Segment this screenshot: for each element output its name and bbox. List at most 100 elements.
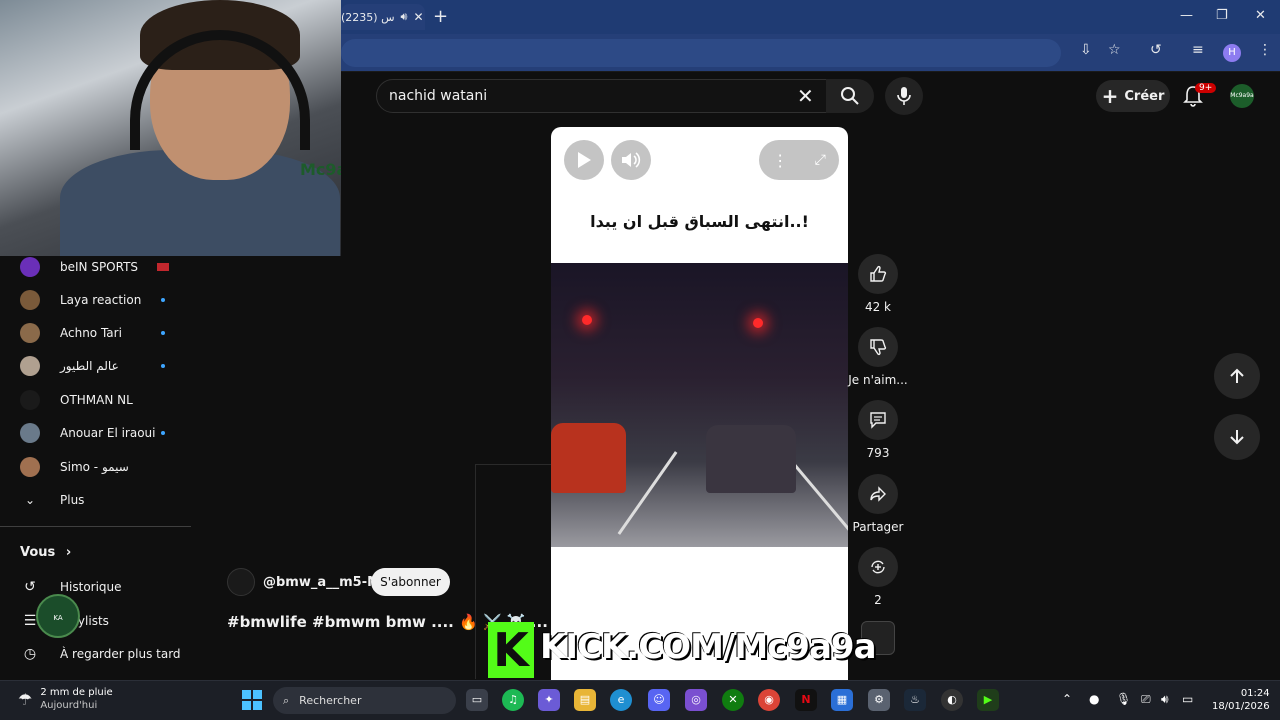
kick-url-overlay: KICK.COM/Mc9a9a xyxy=(540,627,877,667)
voice-search-button[interactable] xyxy=(885,77,923,115)
community-badge: KA xyxy=(36,594,80,638)
short-channel-avatar[interactable] xyxy=(227,568,255,596)
share-action[interactable]: Partager xyxy=(853,474,903,534)
bookmark-star-icon[interactable]: ☆ xyxy=(1108,42,1121,58)
netflix-icon[interactable]: N xyxy=(795,689,817,711)
weather-widget[interactable]: ☂ 2 mm de pluie Aujourd'hui xyxy=(18,686,113,712)
sidebar-item-subscription[interactable]: beIN SPORTS xyxy=(20,256,138,278)
share-label: Partager xyxy=(852,520,904,534)
dislike-button[interactable] xyxy=(858,327,898,367)
discord-icon[interactable]: ☺ xyxy=(648,689,670,711)
taskbar-search[interactable]: ⌕ Rechercher xyxy=(273,687,456,714)
app-icon[interactable]: ◎ xyxy=(685,689,707,711)
you-section-title[interactable]: Vous › xyxy=(20,545,71,560)
sidebar-item-subscription[interactable]: عالم الطيور xyxy=(20,355,119,377)
short-channel-handle[interactable]: @bmw_a__m5-M xyxy=(263,575,380,590)
volume-button[interactable] xyxy=(611,140,651,180)
remix-action[interactable]: 2 xyxy=(856,547,900,607)
steam-icon[interactable]: ♨ xyxy=(904,689,926,711)
traffic-light xyxy=(753,318,763,328)
share-button[interactable] xyxy=(858,474,898,514)
tab-audio-icon[interactable]: 🔊︎ xyxy=(401,10,408,24)
close-window-button[interactable]: ✕ xyxy=(1255,8,1266,23)
remix-button[interactable] xyxy=(858,547,898,587)
sidebar-item-watch-later[interactable]: ◷ À regarder plus tard xyxy=(20,646,181,662)
address-bar[interactable] xyxy=(341,39,1061,67)
search-value: nachid watani xyxy=(389,88,488,104)
subscribe-button[interactable]: S'abonner xyxy=(371,568,450,596)
store-icon[interactable]: ▦ xyxy=(831,689,853,711)
tray-app-icon[interactable]: ● xyxy=(1089,692,1099,706)
profile-avatar[interactable]: H xyxy=(1223,44,1241,62)
sidebar-item-subscription[interactable]: Achno Tari xyxy=(20,322,122,344)
copilot-icon[interactable]: ✦ xyxy=(538,689,560,711)
account-avatar[interactable]: Mc9a9a xyxy=(1230,84,1254,108)
xbox-icon[interactable]: ✕ xyxy=(722,689,744,711)
live-indicator xyxy=(161,331,165,335)
obs-icon[interactable]: ◐ xyxy=(941,689,963,711)
remix-count: 2 xyxy=(874,593,882,607)
comments-action[interactable]: 793 xyxy=(856,400,900,460)
like-action[interactable]: 42 k xyxy=(856,254,900,314)
new-tab-button[interactable]: + xyxy=(433,6,448,27)
media-control-icon[interactable]: ≡ xyxy=(1192,42,1204,58)
comments-count: 793 xyxy=(866,446,890,460)
battery-icon[interactable]: ▭ xyxy=(1182,692,1193,706)
search-input[interactable]: nachid watani xyxy=(376,79,832,113)
browser-tab[interactable]: (2235) س 🔊︎ ✕ xyxy=(341,4,425,30)
next-short-button[interactable] xyxy=(1214,414,1260,460)
flag-icon xyxy=(157,263,169,271)
clear-search-icon[interactable]: ✕ xyxy=(797,84,814,108)
notification-badge: 9+ xyxy=(1195,83,1217,93)
avatar xyxy=(20,457,40,477)
history-icon[interactable]: ↺ xyxy=(1150,42,1162,58)
system-clock[interactable]: 01:24 18/01/2026 xyxy=(1212,687,1270,713)
short-player[interactable]: ⋮ ⤢ انتهى السباق قبل ان يبدا..! xyxy=(551,127,848,687)
kick-app-icon[interactable]: ▶ xyxy=(977,689,999,711)
sidebar-item-subscription[interactable]: OTHMAN NL xyxy=(20,389,133,411)
install-app-icon[interactable]: ⇩ xyxy=(1080,42,1092,58)
tab-close-icon[interactable]: ✕ xyxy=(413,10,423,24)
task-view-icon[interactable]: ▭ xyxy=(466,689,488,711)
tray-mic-icon[interactable]: 🎙︎ xyxy=(1116,692,1131,706)
speaker-icon[interactable]: 🔊︎ xyxy=(1161,692,1169,707)
sidebar-item-subscription[interactable]: Simo - سيمو xyxy=(20,456,129,478)
spotify-icon[interactable]: ♫ xyxy=(502,689,524,711)
maximize-button[interactable]: ❐ xyxy=(1216,8,1228,23)
search-button[interactable] xyxy=(826,79,874,113)
lane-marking xyxy=(617,451,678,535)
short-caption: انتهى السباق قبل ان يبدا..! xyxy=(590,212,809,231)
webcam-logo: Mc9a xyxy=(300,160,341,179)
taskbar-search-placeholder: Rechercher xyxy=(299,694,362,707)
fullscreen-icon[interactable]: ⤢ xyxy=(815,152,826,168)
sidebar-item-subscription[interactable]: Anouar El iraoui xyxy=(20,422,156,444)
start-button[interactable] xyxy=(242,690,262,714)
sidebar-item-history[interactable]: ↺ Historique xyxy=(20,579,122,595)
minimize-button[interactable]: — xyxy=(1180,8,1193,23)
sidebar-more[interactable]: ⌄ Plus xyxy=(20,489,84,511)
comments-button[interactable] xyxy=(858,400,898,440)
frame-divider xyxy=(475,464,476,679)
network-icon[interactable]: ⎚ xyxy=(1141,692,1151,707)
edge-icon[interactable]: e xyxy=(610,689,632,711)
play-button[interactable] xyxy=(564,140,604,180)
clock-date: 18/01/2026 xyxy=(1212,701,1270,712)
dislike-label: Je n'aim... xyxy=(848,373,908,387)
settings-icon[interactable]: ⚙ xyxy=(868,689,890,711)
avatar xyxy=(20,257,40,277)
browser-menu-icon[interactable]: ⋮ xyxy=(1258,42,1272,58)
more-options-icon[interactable]: ⋮ xyxy=(772,151,788,170)
history-label: Historique xyxy=(60,580,122,594)
search-icon xyxy=(841,87,859,105)
search-icon: ⌕ xyxy=(283,693,290,707)
previous-short-button[interactable] xyxy=(1214,353,1260,399)
chrome-icon[interactable]: ◉ xyxy=(758,689,780,711)
create-button[interactable]: + Créer xyxy=(1096,80,1170,112)
sidebar-item-label: Achno Tari xyxy=(60,326,122,340)
dislike-action[interactable]: Je n'aim... xyxy=(848,327,908,387)
lane-marking xyxy=(792,462,848,534)
sidebar-item-subscription[interactable]: Laya reaction xyxy=(20,289,141,311)
like-button[interactable] xyxy=(858,254,898,294)
file-explorer-icon[interactable]: ▤ xyxy=(574,689,596,711)
tray-expand-icon[interactable]: ⌃ xyxy=(1062,692,1072,706)
